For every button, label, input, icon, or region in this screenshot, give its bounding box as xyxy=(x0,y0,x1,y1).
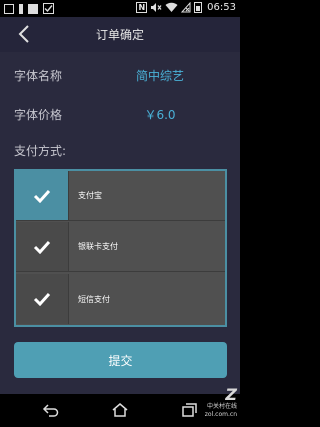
order-confirm-screen: 订单确定 字体名称 简中综艺 字体价格 ￥6.0 支付方式: 支付宝 银联卡支付… xyxy=(0,17,240,394)
status-system-icons: N 06:53 xyxy=(136,2,236,13)
checkmark-icon[interactable] xyxy=(16,222,69,271)
watermark-line1: 中关村在线 xyxy=(206,403,237,410)
back-arrow-icon[interactable] xyxy=(42,402,60,418)
watermark-line2: zol.com.cn xyxy=(204,411,237,418)
watermark-logo: Z xyxy=(225,385,237,404)
font-name-value: 简中综艺 xyxy=(135,69,184,83)
checkmark-icon[interactable] xyxy=(16,171,69,220)
submit-button[interactable]: 提交 xyxy=(14,342,227,378)
wifi-icon xyxy=(165,2,178,12)
mute-icon xyxy=(151,3,162,12)
check-icon xyxy=(43,3,54,14)
checkmark-icon[interactable] xyxy=(16,274,69,324)
payment-option-label: 支付宝 xyxy=(78,191,102,200)
home-icon[interactable] xyxy=(111,402,129,418)
payment-option-label: 短信支付 xyxy=(78,294,110,304)
payment-method-label: 支付方式: xyxy=(14,144,67,158)
payment-options-list: 支付宝 银联卡支付 短信支付 xyxy=(14,169,227,327)
page-title: 订单确定 xyxy=(95,28,144,42)
no-sim-icon xyxy=(181,2,191,13)
battery-icon xyxy=(194,2,203,13)
notification-filled-icon xyxy=(28,3,38,14)
title-bar: 订单确定 xyxy=(0,17,240,52)
nfc-icon: N xyxy=(136,2,148,13)
notification-icon xyxy=(4,3,14,14)
watermark: Z 中关村在线 zol.com.cn xyxy=(187,387,237,423)
payment-option-label: 银联卡支付 xyxy=(78,242,118,251)
font-price-value: ￥6.0 xyxy=(144,108,176,122)
status-bar: N 06:53 xyxy=(0,0,240,17)
payment-option-sms[interactable]: 短信支付 xyxy=(16,274,225,324)
font-name-label: 字体名称 xyxy=(14,69,63,83)
status-time: 06:53 xyxy=(207,2,236,13)
notification-bar-icon xyxy=(19,3,23,14)
status-notifications xyxy=(4,3,54,14)
font-price-label: 字体价格 xyxy=(14,108,63,122)
payment-option-unionpay[interactable]: 银联卡支付 xyxy=(16,222,225,272)
payment-option-alipay[interactable]: 支付宝 xyxy=(16,171,225,221)
